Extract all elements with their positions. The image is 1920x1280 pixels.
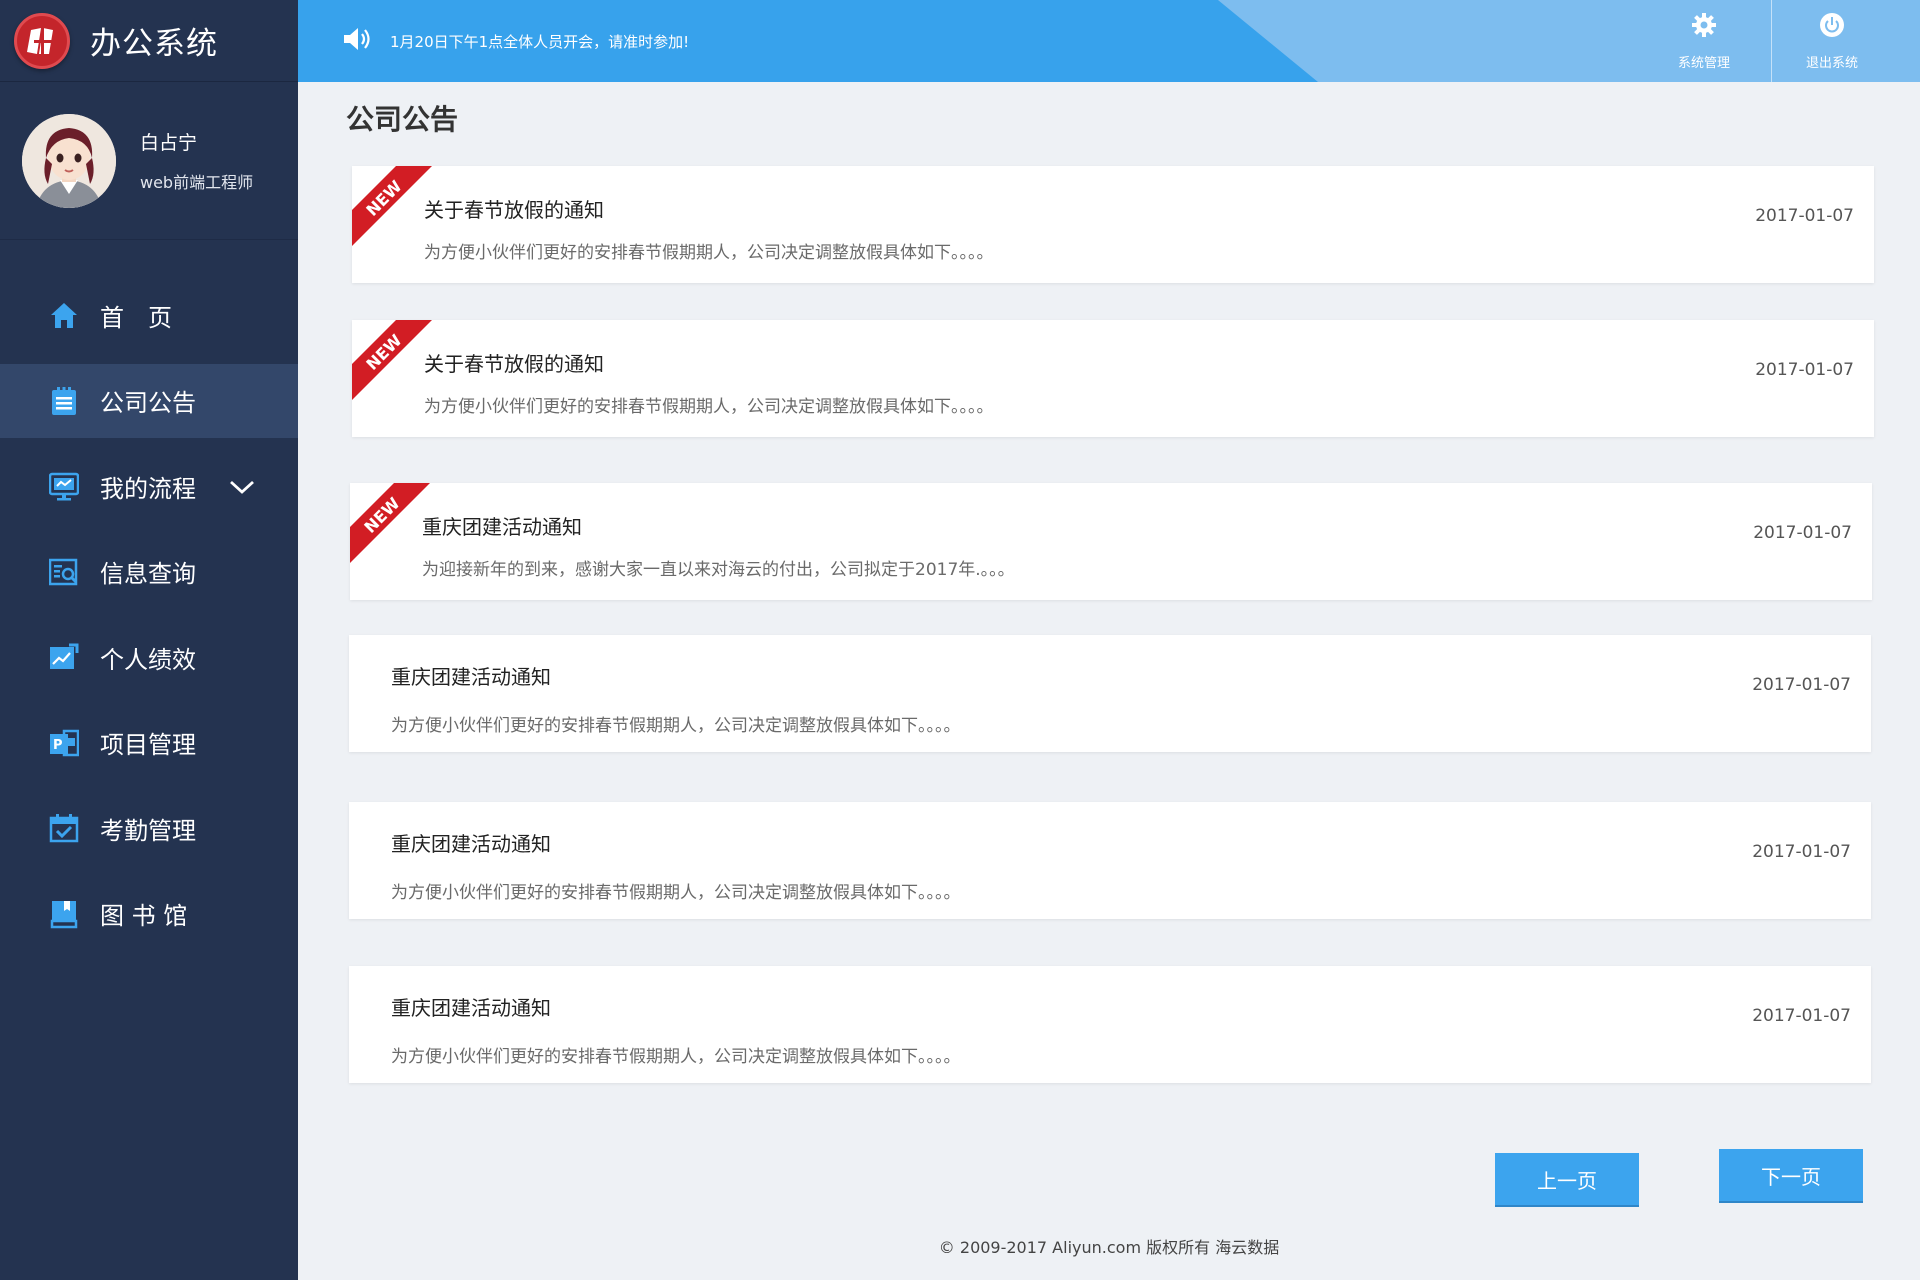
page-title: 公司公告 [346, 103, 459, 136]
app-title: 办公系统 [90, 26, 218, 62]
user-name: 白占宁 [140, 132, 198, 154]
announcement-date: 2017-01-07 [1755, 360, 1854, 380]
book-icon [48, 898, 80, 930]
announcement-title[interactable]: 关于春节放假的通知 [424, 194, 604, 223]
announcement-card[interactable]: 重庆团建活动通知 为方便小伙伴们更好的安排春节假期期人，公司决定调整放假具体如下… [349, 966, 1871, 1083]
project-icon: P [48, 727, 80, 759]
announcement-summary: 为迎接新年的到来，感谢大家一直以来对海云的付出，公司拟定于2017年.。。。 [422, 560, 1015, 580]
gear-icon [1691, 12, 1717, 42]
announcement-card[interactable]: 重庆团建活动通知 为方便小伙伴们更好的安排春节假期期人，公司决定调整放假具体如下… [349, 635, 1871, 752]
announcement-summary: 为方便小伙伴们更好的安排春节假期期人，公司决定调整放假具体如下。。。。 [391, 883, 961, 903]
avatar[interactable] [22, 113, 116, 208]
chevron-down-icon[interactable] [228, 473, 256, 501]
nav-label: 信息查询 [100, 560, 196, 588]
nav-label: 首 页 [100, 303, 172, 332]
nav-item-library[interactable]: 图 书 馆 [0, 877, 298, 951]
app-logo-icon [14, 12, 70, 69]
main-nav: 首 页 公司公告 我的流程 信息查询 个人绩效 P 项目管理 考勤管理 图 书 … [0, 278, 298, 962]
announcement-summary: 为方便小伙伴们更好的安排春节假期期人，公司决定调整放假具体如下。。。。 [391, 716, 961, 736]
announcement-date: 2017-01-07 [1752, 675, 1851, 695]
nav-label: 公司公告 [100, 389, 196, 417]
announcement-title[interactable]: 重庆团建活动通知 [391, 828, 551, 857]
svg-text:P: P [53, 738, 63, 753]
nav-item-projects[interactable]: P 项目管理 [0, 706, 298, 780]
performance-chart-icon [48, 641, 80, 673]
nav-item-attendance[interactable]: 考勤管理 [0, 791, 298, 865]
notice-text: 1月20日下午1点全体人员开会，请准时参加! [390, 32, 690, 51]
nav-label: 图 书 馆 [100, 902, 188, 930]
nav-item-home[interactable]: 首 页 [0, 278, 298, 352]
system-settings-label: 系统管理 [1677, 55, 1730, 71]
top-bar: 1月20日下午1点全体人员开会，请准时参加! 系统管理 退出系统 [298, 0, 1920, 82]
workflow-icon [48, 470, 80, 502]
nav-label: 考勤管理 [100, 816, 196, 845]
announcement-date: 2017-01-07 [1753, 523, 1852, 543]
power-icon [1819, 12, 1845, 42]
announcement-summary: 为方便小伙伴们更好的安排春节假期期人，公司决定调整放假具体如下。。。。 [391, 1047, 961, 1067]
speaker-icon [342, 26, 374, 56]
new-badge: NEW [352, 320, 432, 400]
new-badge: NEW [350, 483, 430, 563]
announcement-card[interactable]: NEW 关于春节放假的通知 为方便小伙伴们更好的安排春节假期期人，公司决定调整放… [352, 320, 1874, 437]
announcement-date: 2017-01-07 [1752, 842, 1851, 862]
nav-label: 我的流程 [100, 474, 196, 503]
nav-item-info-query[interactable]: 信息查询 [0, 535, 298, 609]
brand: 办公系统 [0, 0, 298, 82]
nav-item-announcements[interactable]: 公司公告 [0, 363, 298, 438]
nav-label: 项目管理 [100, 731, 196, 759]
announcement-title[interactable]: 重庆团建活动通知 [422, 511, 582, 540]
calendar-check-icon [48, 812, 80, 844]
next-page-button[interactable]: 下一页 [1719, 1149, 1863, 1201]
nav-label: 个人绩效 [100, 645, 196, 674]
user-role: web前端工程师 [140, 173, 254, 192]
announcement-card[interactable]: NEW 重庆团建活动通知 为迎接新年的到来，感谢大家一直以来对海云的付出，公司拟… [350, 483, 1872, 600]
user-profile: 白占宁 web前端工程师 [0, 82, 298, 240]
announcement-card[interactable]: 重庆团建活动通知 为方便小伙伴们更好的安排春节假期期人，公司决定调整放假具体如下… [349, 802, 1871, 919]
logout-label: 退出系统 [1805, 55, 1858, 71]
announcement-date: 2017-01-07 [1755, 206, 1854, 226]
search-document-icon [48, 556, 80, 588]
notice-board-icon [48, 385, 80, 417]
sidebar: 办公系统 白占宁 web前端工程师 首 页 公司公告 我的流程 信息查询 个人绩… [0, 0, 298, 1280]
announcement-date: 2017-01-07 [1752, 1006, 1851, 1026]
nav-item-performance[interactable]: 个人绩效 [0, 620, 298, 694]
announcement-title[interactable]: 关于春节放假的通知 [424, 348, 604, 377]
notice-marquee: 1月20日下午1点全体人员开会，请准时参加! [342, 26, 689, 56]
announcement-title[interactable]: 重庆团建活动通知 [391, 661, 551, 690]
announcement-summary: 为方便小伙伴们更好的安排春节假期期人，公司决定调整放假具体如下。。。。 [424, 243, 994, 263]
home-icon [48, 299, 80, 331]
system-settings-button[interactable]: 系统管理 [1642, 0, 1766, 82]
footer-copyright: © 2009-2017 Aliyun.com 版权所有 海云数据 [938, 1238, 1280, 1257]
announcement-title[interactable]: 重庆团建活动通知 [391, 992, 551, 1021]
announcement-card[interactable]: NEW 关于春节放假的通知 为方便小伙伴们更好的安排春节假期期人，公司决定调整放… [352, 166, 1874, 283]
new-badge: NEW [352, 166, 432, 246]
logout-button[interactable]: 退出系统 [1770, 0, 1894, 82]
announcement-summary: 为方便小伙伴们更好的安排春节假期期人，公司决定调整放假具体如下。。。。 [424, 397, 994, 417]
prev-page-button[interactable]: 上一页 [1495, 1153, 1639, 1205]
nav-item-workflow[interactable]: 我的流程 [0, 449, 298, 523]
